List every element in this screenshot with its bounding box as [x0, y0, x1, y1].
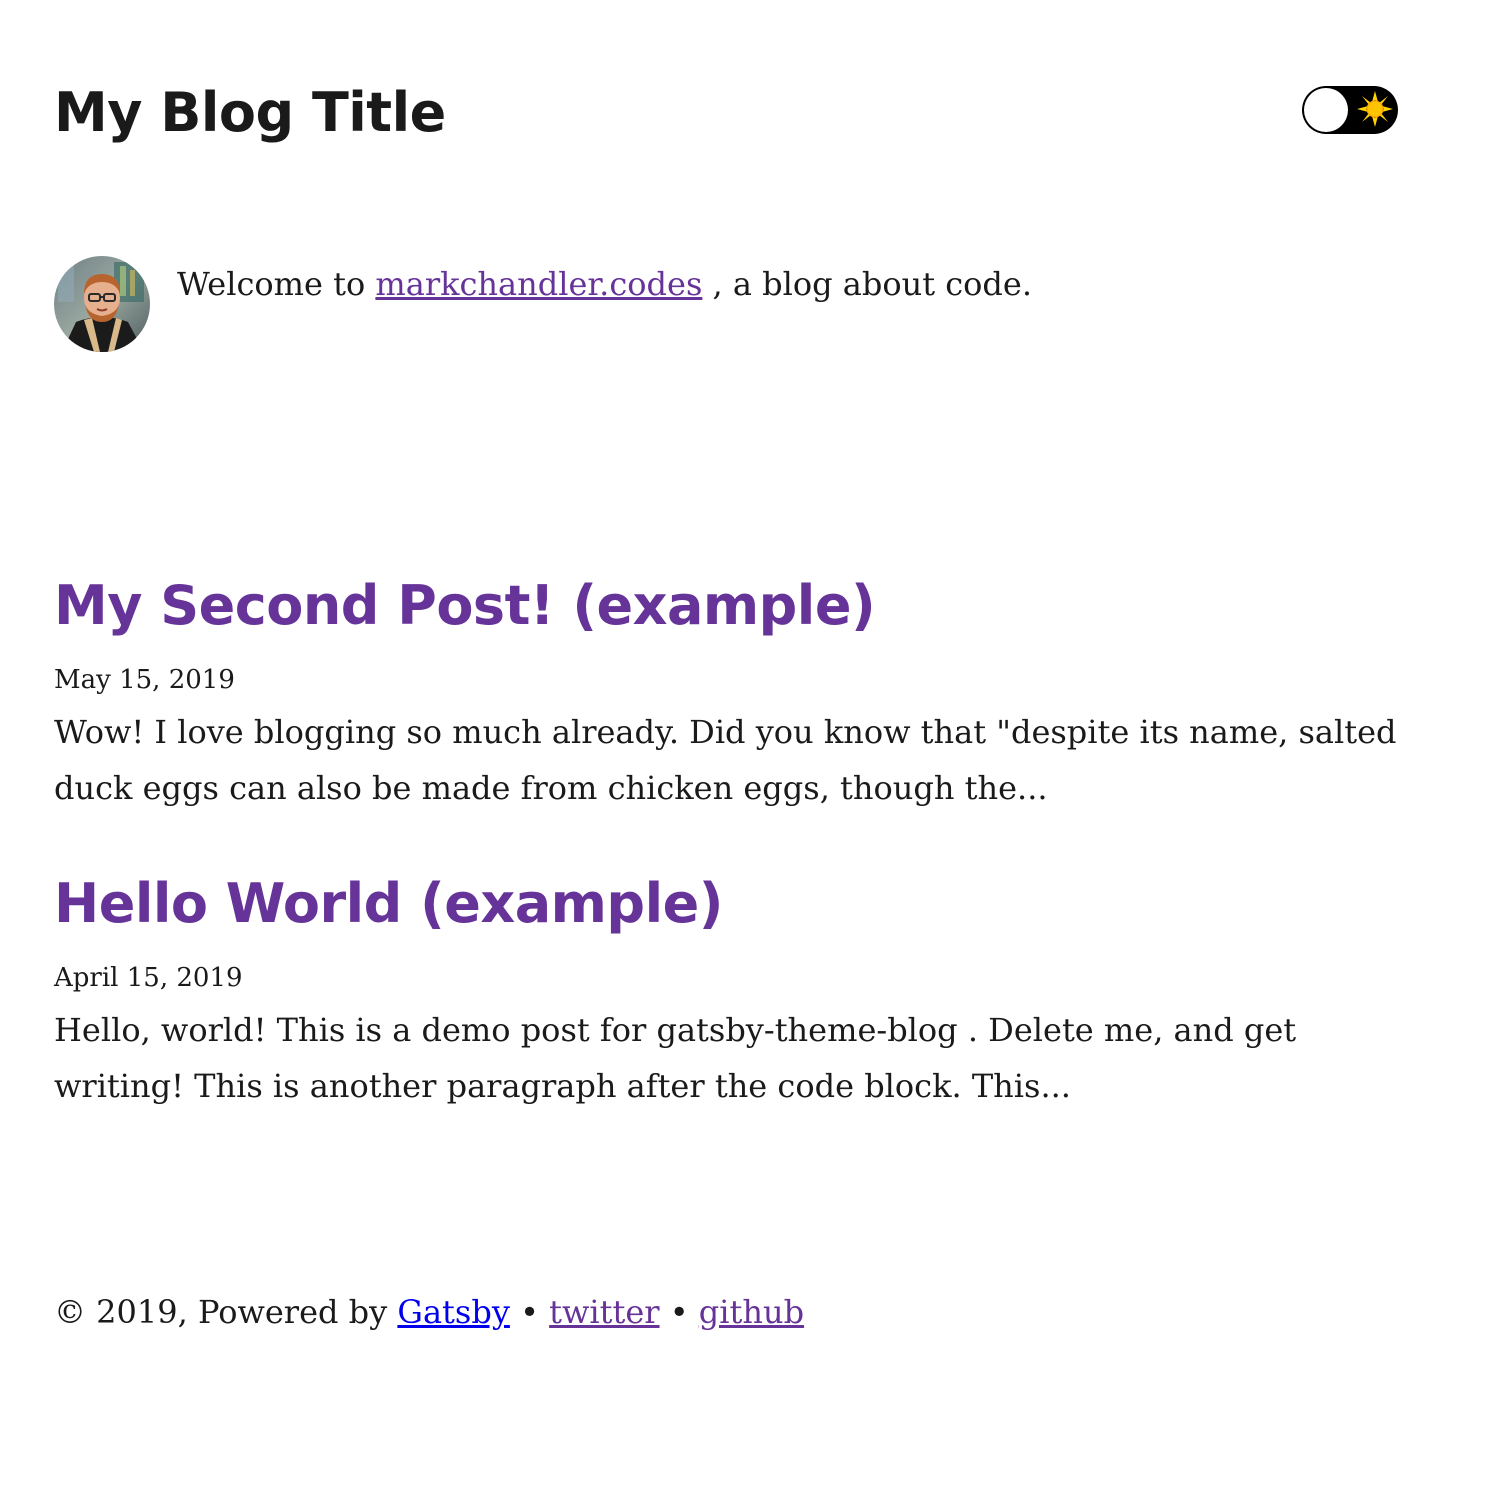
bio-text: Welcome to markchandler.codes , a blog a…: [177, 262, 1032, 306]
site-footer: © 2019, Powered by Gatsby • twitter • gi…: [54, 1288, 804, 1336]
theme-toggle[interactable]: [1302, 86, 1398, 134]
post-excerpt: Hello, world! This is a demo post for ga…: [54, 1011, 1297, 1105]
footer-separator: •: [659, 1293, 699, 1331]
avatar-photo: [54, 256, 150, 352]
copyright-text: © 2019, Powered by: [54, 1293, 398, 1331]
sun-icon: [1357, 91, 1393, 127]
post-title: Hello World (example): [54, 872, 1424, 936]
site-title[interactable]: My Blog Title: [54, 78, 446, 148]
footer-separator: •: [509, 1293, 550, 1331]
bio-site-link[interactable]: markchandler.codes: [375, 265, 702, 303]
gatsby-link[interactable]: Gatsby: [397, 1293, 509, 1331]
post-title-link[interactable]: Hello World (example): [54, 872, 723, 935]
bio: Welcome to markchandler.codes , a blog a…: [54, 256, 1404, 352]
bio-prefix: Welcome to: [177, 265, 376, 303]
avatar: [54, 256, 150, 352]
bio-suffix: , a blog about code.: [702, 265, 1033, 303]
post-item: My Second Post! (example) May 15, 2019 W…: [54, 574, 1424, 816]
post-title: My Second Post! (example): [54, 574, 1424, 638]
site-header: My Blog Title: [54, 78, 1404, 148]
post-title-link[interactable]: My Second Post! (example): [54, 574, 876, 637]
post-item: Hello World (example) April 15, 2019 Hel…: [54, 872, 1424, 1114]
github-link[interactable]: github: [699, 1293, 804, 1331]
post-date: April 15, 2019: [54, 963, 243, 993]
twitter-link[interactable]: twitter: [549, 1293, 659, 1331]
post-date: May 15, 2019: [54, 665, 235, 695]
post-excerpt: Wow! I love blogging so much already. Di…: [54, 713, 1397, 807]
toggle-knob: [1304, 88, 1348, 132]
